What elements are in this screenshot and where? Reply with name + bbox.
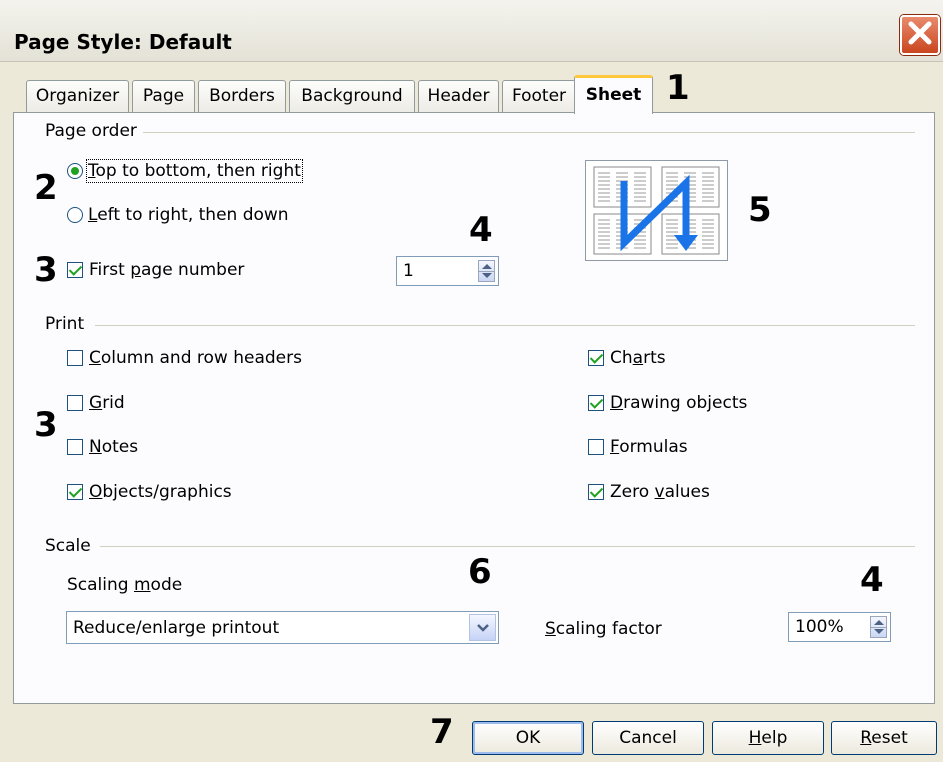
first-page-number-value: 1: [403, 261, 414, 281]
reset-button[interactable]: Reset: [831, 721, 937, 755]
print-separator: [95, 325, 915, 326]
scaling-factor-value: 100%: [795, 617, 844, 637]
first-page-number-spinbox[interactable]: 1: [396, 256, 499, 286]
scale-label: Scale: [45, 536, 91, 556]
page-order-separator: [143, 132, 915, 133]
callout-2: 2: [34, 168, 58, 208]
checkbox-indicator: [67, 262, 83, 278]
column-row-headers-label: Column and row headers: [89, 348, 302, 368]
first-page-number-checkbox[interactable]: First page number: [67, 260, 244, 280]
checkbox-indicator: [588, 484, 604, 500]
page-order-label: Page order: [45, 121, 137, 141]
chevron-down-icon[interactable]: [469, 614, 496, 641]
checkbox-indicator: [67, 395, 83, 411]
spin-arrows-icon[interactable]: [870, 616, 887, 638]
checkbox-indicator: [588, 350, 604, 366]
drawing-objects-label: Drawing objects: [610, 393, 748, 413]
page-order-preview-icon: [585, 160, 728, 261]
top-to-bottom-radio[interactable]: Top to bottom, then right: [67, 159, 303, 183]
checkbox-indicator: [588, 439, 604, 455]
checkbox-indicator: [67, 484, 83, 500]
tab-organizer[interactable]: Organizer: [26, 80, 129, 113]
grid-label: Grid: [89, 393, 125, 413]
notes-label: Notes: [89, 437, 139, 457]
close-x-icon: [906, 19, 934, 52]
spin-arrows-icon[interactable]: [478, 260, 495, 282]
callout-4: 4: [469, 210, 493, 250]
checkbox-indicator: [67, 439, 83, 455]
formulas-label: Formulas: [610, 437, 688, 457]
callout-3-print: 3: [34, 405, 58, 445]
left-to-right-label: Left to right, then down: [88, 205, 289, 225]
cancel-button[interactable]: Cancel: [592, 721, 704, 755]
notes-checkbox[interactable]: Notes: [67, 437, 138, 457]
drawing-objects-checkbox[interactable]: Drawing objects: [588, 393, 747, 413]
window-title: Page Style: Default: [14, 30, 232, 54]
callout-4-scale: 4: [860, 560, 884, 600]
grid-checkbox[interactable]: Grid: [67, 393, 125, 413]
scaling-factor-label: Scaling factor: [545, 619, 662, 639]
tab-header[interactable]: Header: [418, 80, 499, 113]
radio-indicator: [67, 163, 83, 179]
checkbox-indicator: [67, 350, 83, 366]
scaling-factor-spinbox[interactable]: 100%: [788, 612, 891, 642]
tab-background[interactable]: Background: [289, 80, 415, 113]
callout-1: 1: [666, 68, 690, 108]
ok-button[interactable]: OK: [472, 721, 584, 755]
zero-values-label: Zero values: [610, 482, 710, 502]
tab-footer[interactable]: Footer: [502, 80, 576, 113]
checkbox-indicator: [588, 395, 604, 411]
close-button[interactable]: [900, 15, 940, 55]
title-bar: Page Style: Default: [0, 0, 943, 62]
top-to-bottom-label: Top to bottom, then right: [86, 159, 303, 183]
callout-3: 3: [34, 250, 58, 290]
column-row-headers-checkbox[interactable]: Column and row headers: [67, 348, 302, 368]
left-to-right-radio[interactable]: Left to right, then down: [67, 205, 289, 225]
help-button[interactable]: Help: [712, 721, 824, 755]
objects-graphics-checkbox[interactable]: Objects/graphics: [67, 482, 232, 502]
scaling-mode-select[interactable]: Reduce/enlarge printout: [66, 611, 499, 644]
charts-label: Charts: [610, 348, 666, 368]
radio-indicator: [67, 207, 83, 223]
tab-page[interactable]: Page: [132, 80, 195, 113]
zero-values-checkbox[interactable]: Zero values: [588, 482, 710, 502]
charts-checkbox[interactable]: Charts: [588, 348, 666, 368]
tab-borders[interactable]: Borders: [198, 80, 286, 113]
objects-graphics-label: Objects/graphics: [89, 482, 232, 502]
scaling-mode-label: Scaling mode: [67, 575, 183, 595]
first-page-number-label: First page number: [89, 260, 245, 280]
scaling-mode-value: Reduce/enlarge printout: [73, 618, 280, 638]
formulas-checkbox[interactable]: Formulas: [588, 437, 688, 457]
callout-6: 6: [468, 552, 492, 592]
callout-7: 7: [430, 712, 454, 752]
callout-5: 5: [748, 190, 772, 230]
tab-sheet[interactable]: Sheet: [574, 75, 653, 114]
scale-separator: [100, 546, 915, 547]
print-label: Print: [45, 314, 85, 334]
